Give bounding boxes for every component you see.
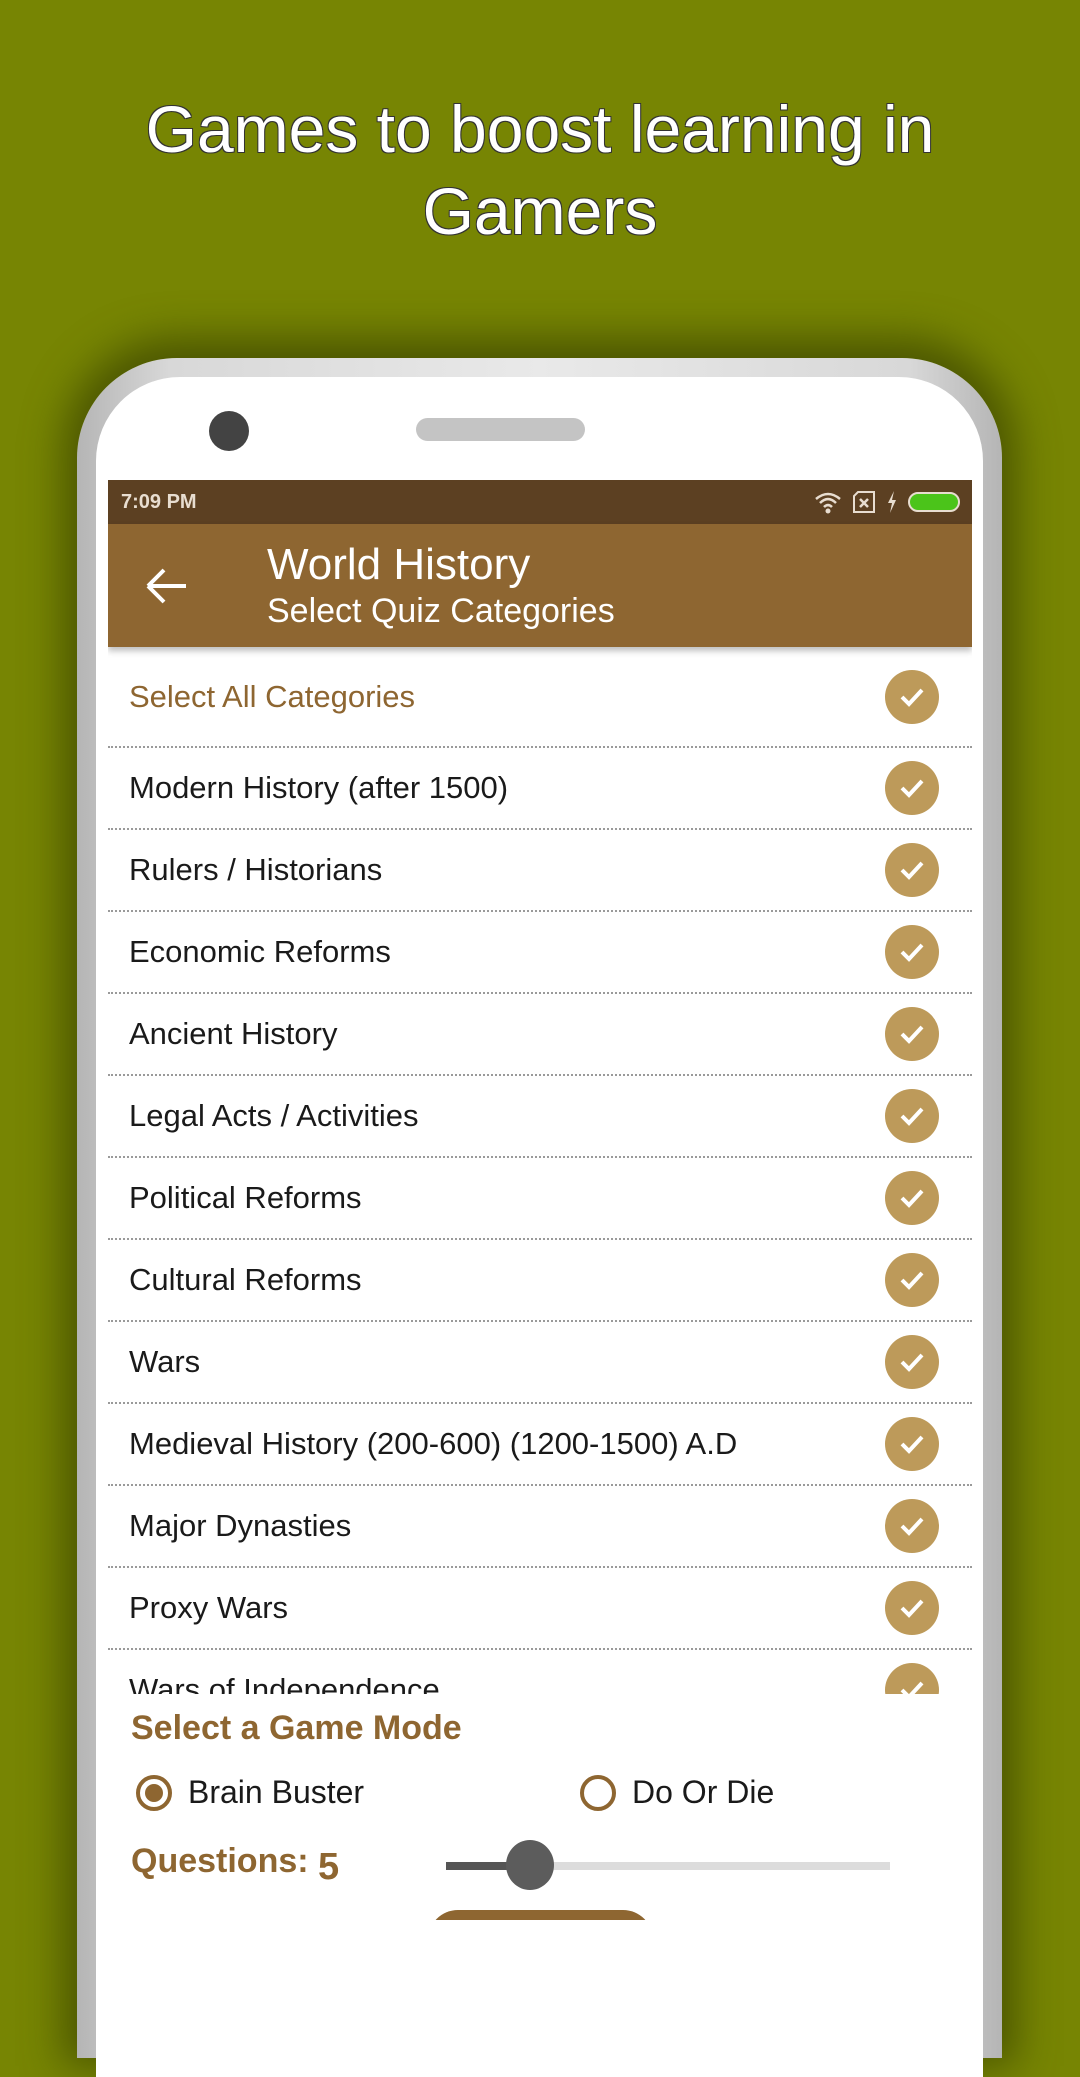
radio-do-or-die[interactable]: Do Or Die [580, 1774, 774, 1811]
check-icon[interactable] [885, 1499, 939, 1553]
category-label: Cultural Reforms [129, 1262, 362, 1297]
status-time: 7:09 PM [121, 491, 197, 513]
page-subtitle: Select Quiz Categories [267, 592, 615, 630]
app-bar: World History Select Quiz Categories [108, 524, 972, 647]
headline-line-2: Gamers [422, 174, 658, 248]
page-title: World History [267, 540, 531, 589]
start-button[interactable] [428, 1910, 653, 1920]
check-icon[interactable] [885, 761, 939, 815]
category-row[interactable]: Cultural Reforms [108, 1240, 972, 1322]
arrow-left-icon[interactable] [144, 564, 194, 608]
app-screen: 7:09 PM World History Select Quiz Catego… [108, 480, 972, 1920]
questions-value: 5 [318, 1846, 340, 1888]
category-row[interactable]: Political Reforms [108, 1158, 972, 1240]
promo-headline: Games to boost learning in Gamers [0, 88, 1080, 252]
category-row[interactable]: Wars [108, 1322, 972, 1404]
category-label: Major Dynasties [129, 1508, 352, 1543]
select-all-categories-row[interactable]: Select All Categories [108, 647, 972, 748]
category-row[interactable]: Rulers / Historians [108, 830, 972, 912]
radio-selected-icon[interactable] [136, 1774, 172, 1811]
phone-camera [209, 411, 249, 451]
radio-brain-buster[interactable]: Brain Buster [136, 1774, 364, 1811]
category-label: Political Reforms [129, 1180, 362, 1215]
category-label: Wars [129, 1344, 201, 1379]
status-bar: 7:09 PM [108, 480, 972, 524]
check-icon[interactable] [885, 1089, 939, 1143]
radio-label: Do Or Die [632, 1774, 775, 1810]
category-row[interactable]: Economic Reforms [108, 912, 972, 994]
select-all-label: Select All Categories [129, 678, 416, 714]
radio-unselected-icon[interactable] [580, 1774, 616, 1811]
category-row[interactable]: Ancient History [108, 994, 972, 1076]
category-label: Ancient History [129, 1016, 338, 1051]
headline-line-1: Games to boost learning in [145, 92, 935, 166]
category-row[interactable]: Proxy Wars [108, 1568, 972, 1650]
check-icon[interactable] [885, 1007, 939, 1061]
game-mode-heading: Select a Game Mode [131, 1709, 462, 1747]
check-icon[interactable] [885, 1663, 939, 1694]
charging-icon [888, 491, 896, 513]
no-sim-icon [853, 491, 875, 513]
wifi-icon [815, 492, 841, 514]
category-label: Rulers / Historians [129, 852, 383, 887]
category-row[interactable]: Legal Acts / Activities [108, 1076, 972, 1158]
category-label: Economic Reforms [129, 934, 391, 969]
category-row[interactable]: Modern History (after 1500) [108, 748, 972, 830]
category-list: Select All Categories Modern History (af… [108, 647, 972, 1694]
check-icon[interactable] [885, 669, 939, 724]
slider-thumb[interactable] [506, 1840, 555, 1890]
questions-slider[interactable] [446, 1840, 890, 1890]
check-icon[interactable] [885, 1581, 939, 1635]
category-label: Wars of Independence [129, 1672, 440, 1694]
questions-label: Questions: [131, 1842, 309, 1880]
category-label: Modern History (after 1500) [129, 770, 509, 805]
check-icon[interactable] [885, 1171, 939, 1225]
check-icon[interactable] [885, 843, 939, 897]
phone-speaker [416, 418, 585, 441]
check-icon[interactable] [885, 925, 939, 979]
category-label: Legal Acts / Activities [129, 1098, 419, 1133]
category-row[interactable]: Major Dynasties [108, 1486, 972, 1568]
category-label: Medieval History (200-600) (1200-1500) A… [129, 1426, 738, 1461]
check-icon[interactable] [885, 1417, 939, 1471]
battery-icon [908, 492, 960, 512]
check-icon[interactable] [885, 1253, 939, 1307]
check-icon[interactable] [885, 1335, 939, 1389]
radio-label: Brain Buster [188, 1774, 365, 1810]
category-row[interactable]: Wars of Independence [108, 1650, 972, 1694]
category-row[interactable]: Medieval History (200-600) (1200-1500) A… [108, 1404, 972, 1486]
category-label: Proxy Wars [129, 1590, 289, 1625]
